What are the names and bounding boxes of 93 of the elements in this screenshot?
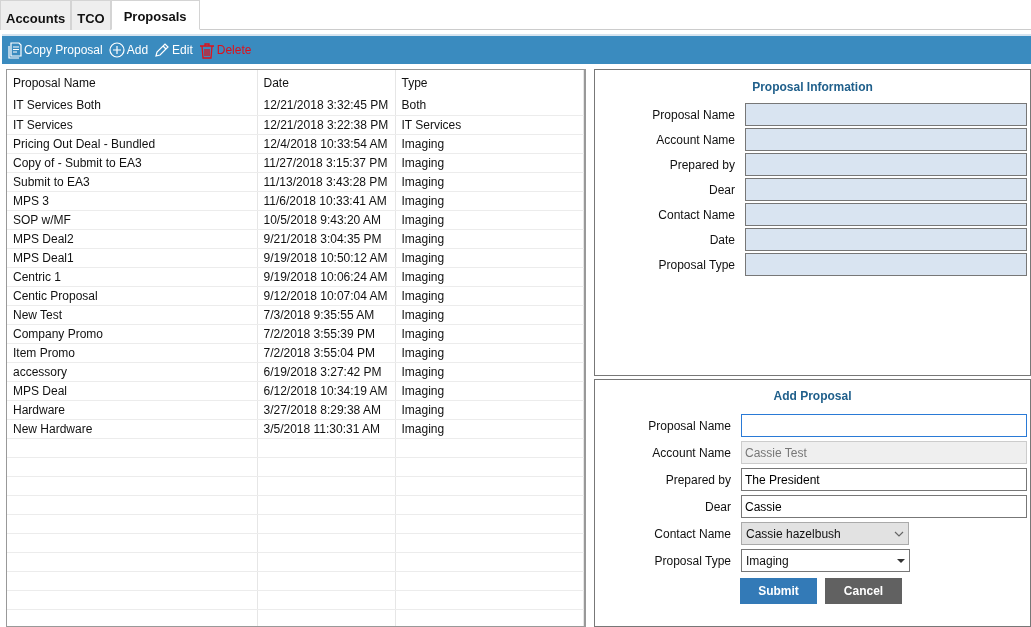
table-cell: Imaging [395, 134, 584, 153]
input-field[interactable] [741, 414, 1027, 437]
dropdown-value: Cassie hazelbush [746, 525, 841, 543]
table-cell: 3/27/2018 8:29:38 AM [257, 400, 395, 419]
table-cell: MPS Deal1 [7, 248, 257, 267]
table-cell: 7/2/2018 3:55:39 PM [257, 324, 395, 343]
cancel-button[interactable]: Cancel [825, 578, 902, 604]
table-cell: Imaging [395, 305, 584, 324]
table-cell: Company Promo [7, 324, 257, 343]
field-label: Date [708, 231, 735, 249]
plus-circle-icon [108, 42, 125, 58]
tab[interactable]: Proposals [110, 0, 200, 30]
field-label: Contact Name [653, 525, 731, 543]
table-cell: MPS 3 [7, 191, 257, 210]
dropdown-value: Imaging [746, 552, 789, 570]
edit-button[interactable]: Edit [154, 41, 193, 59]
table-cell: 3/5/2018 11:30:31 AM [257, 419, 395, 438]
input-field[interactable]: Cassie [741, 495, 1027, 518]
table-cell: Imaging [395, 248, 584, 267]
table-cell: Imaging [395, 362, 584, 381]
field-label: Contact Name [657, 206, 735, 224]
field-label: Proposal Type [653, 552, 731, 570]
table-cell: 11/6/2018 10:33:41 AM [257, 191, 395, 210]
table-cell: Imaging [395, 400, 584, 419]
field-label: Dear [704, 498, 731, 516]
table-cell: 12/4/2018 10:33:54 AM [257, 134, 395, 153]
dropdown[interactable]: Imaging [741, 549, 910, 572]
table-cell: 10/5/2018 9:43:20 AM [257, 210, 395, 229]
table-cell: Submit to EA3 [7, 172, 257, 191]
table-cell: 9/19/2018 10:50:12 AM [257, 248, 395, 267]
copy-button[interactable]: Copy Proposal [8, 41, 103, 59]
table-cell: Centic Proposal [7, 286, 257, 305]
field-label: Prepared by [664, 471, 731, 489]
table-cell: Imaging [395, 229, 584, 248]
field-label: Proposal Name [647, 417, 731, 435]
table-cell: 7/2/2018 3:55:04 PM [257, 343, 395, 362]
table-cell: Imaging [395, 381, 584, 400]
trash-icon [198, 41, 215, 59]
table-cell: Imaging [395, 172, 584, 191]
table-cell: 12/21/2018 3:32:45 PM [257, 96, 395, 115]
table-cell: Imaging [395, 267, 584, 286]
table-cell: MPS Deal2 [7, 229, 257, 248]
tab[interactable]: TCO [71, 0, 111, 30]
field-label: Proposal Type [657, 256, 735, 274]
tab[interactable]: Accounts [0, 0, 72, 30]
table-cell: New Test [7, 305, 257, 324]
table-cell: Copy of - Submit to EA3 [7, 153, 257, 172]
pencil-icon [154, 42, 171, 58]
table-cell: Hardware [7, 400, 257, 419]
table-cell: 12/21/2018 3:22:38 PM [257, 115, 395, 134]
field-label: Account Name [651, 444, 731, 462]
add-button[interactable]: Add [108, 41, 149, 59]
field-label: Proposal Name [651, 106, 735, 124]
table-cell: Centric 1 [7, 267, 257, 286]
field-label: Dear [708, 181, 735, 199]
dropdown[interactable]: Cassie hazelbush [741, 522, 909, 545]
table-cell: IT Services Both [7, 96, 257, 115]
table-cell: 6/19/2018 3:27:42 PM [257, 362, 395, 381]
panel-title: Add Proposal [772, 388, 853, 405]
table-cell: 11/13/2018 3:43:28 PM [257, 172, 395, 191]
input-field[interactable]: The President [741, 468, 1027, 491]
table-cell: 9/21/2018 3:04:35 PM [257, 229, 395, 248]
document-icon [8, 41, 22, 59]
table-cell: 11/27/2018 3:15:37 PM [257, 153, 395, 172]
table-cell: Imaging [395, 324, 584, 343]
table-cell: 6/12/2018 10:34:19 AM [257, 381, 395, 400]
table-cell: Imaging [395, 343, 584, 362]
table-cell: Both [395, 96, 584, 115]
table-cell: Imaging [395, 191, 584, 210]
table-cell: Item Promo [7, 343, 257, 362]
caret-down-icon [897, 558, 905, 563]
table-cell: 7/3/2018 9:35:55 AM [257, 305, 395, 324]
field-label: Account Name [655, 131, 735, 149]
column-header[interactable]: Type [395, 70, 584, 96]
table-cell: 9/19/2018 10:06:24 AM [257, 267, 395, 286]
table-cell: Imaging [395, 210, 584, 229]
table-cell: Imaging [395, 419, 584, 438]
table-cell: SOP w/MF [7, 210, 257, 229]
table-cell: New Hardware [7, 419, 257, 438]
table-cell: IT Services [7, 115, 257, 134]
table-cell: 9/12/2018 10:07:04 AM [257, 286, 395, 305]
field-label: Prepared by [668, 156, 735, 174]
table-cell: Imaging [395, 286, 584, 305]
column-header[interactable]: Date [257, 70, 395, 96]
table-cell: Imaging [395, 153, 584, 172]
submit-button[interactable]: Submit [740, 578, 817, 604]
table-cell: MPS Deal [7, 381, 257, 400]
table-cell: accessory [7, 362, 257, 381]
panel-title: Proposal Information [751, 79, 874, 96]
chevron-down-icon [894, 530, 904, 537]
table-cell: Pricing Out Deal - Bundled [7, 134, 257, 153]
table-cell: IT Services [395, 115, 584, 134]
column-header[interactable]: Proposal Name [7, 70, 257, 96]
